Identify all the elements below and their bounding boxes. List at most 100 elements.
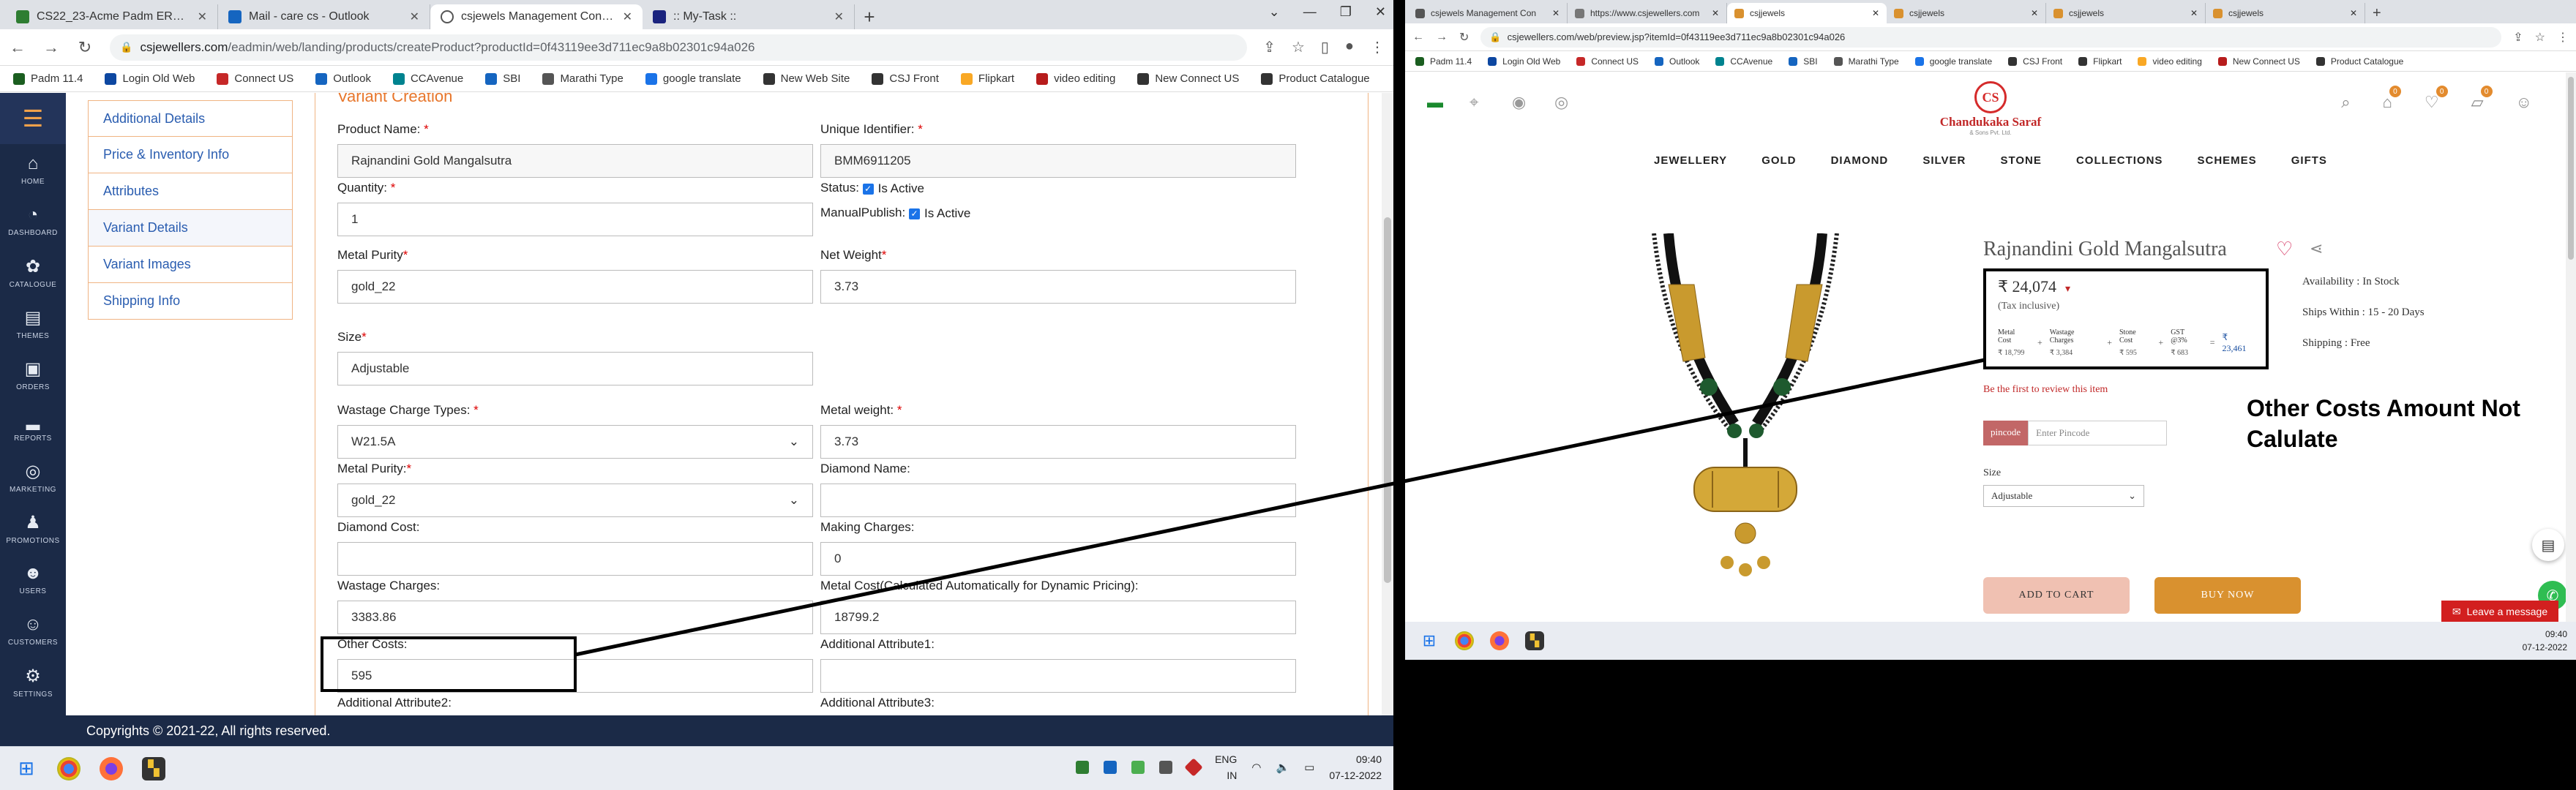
metal-purity-select[interactable]: gold_22 ⌄ <box>337 484 813 517</box>
share-icon[interactable]: ⇪ <box>1263 38 1276 56</box>
close-tab-icon[interactable]: ✕ <box>623 10 632 24</box>
menu-dots-icon[interactable]: ⋮ <box>2557 30 2569 45</box>
bookmark-item[interactable]: Outlook <box>315 72 371 85</box>
subtab-variant-images[interactable]: Variant Images <box>88 247 293 283</box>
close-tab-icon[interactable]: ✕ <box>198 10 207 24</box>
windows-start-icon[interactable]: ⊞ <box>15 757 38 780</box>
new-tab-button[interactable]: + <box>855 4 884 29</box>
sidebar-item-catalogue[interactable]: ✿ CATALOGUE <box>0 247 66 298</box>
forward-icon[interactable]: → <box>42 38 60 57</box>
url-bar[interactable]: 🔒 csjewellers.com/web/preview.jsp?itemId=… <box>1480 26 2502 48</box>
bookmark-item[interactable]: Flipkart <box>960 72 1014 85</box>
bookmark-item[interactable]: Flipkart <box>2078 56 2122 67</box>
cart-icon[interactable]: ▱ 0 <box>2471 86 2493 112</box>
product-image[interactable] <box>1625 233 1866 614</box>
browser-tab-outlook[interactable]: Mail - care cs - Outlook ✕ <box>218 4 430 29</box>
bookmark-item[interactable]: Connect US <box>1576 56 1639 67</box>
manual-publish-checkbox[interactable]: ✓ <box>908 208 920 219</box>
firefox-icon[interactable] <box>100 756 123 780</box>
location-icon[interactable]: ⌖ <box>1469 93 1478 112</box>
bookmark-item[interactable]: New Web Site <box>763 72 850 85</box>
menu-item-silver[interactable]: SILVER <box>1922 154 1966 167</box>
browser-tab[interactable]: csjjewels ✕ <box>1887 3 2046 23</box>
sidebar-item-settings[interactable]: ⚙ SETTINGS <box>0 656 66 707</box>
bookmark-item[interactable]: video editing <box>2138 56 2202 67</box>
info-icon[interactable]: ◉ <box>1512 93 1526 112</box>
menu-item-gold[interactable]: GOLD <box>1761 154 1796 167</box>
sidebar-item-customers[interactable]: ☺ CUSTOMERS <box>0 605 66 656</box>
bookmark-item[interactable]: Product Catalogue <box>1261 72 1370 85</box>
net-weight-input[interactable]: 3.73 <box>820 270 1296 304</box>
subtab-attributes[interactable]: Attributes <box>88 173 293 210</box>
status-checkbox[interactable]: ✓ <box>862 183 874 195</box>
bookmark-item[interactable]: SBI <box>1789 56 1818 67</box>
product-name-input[interactable]: Rajnandini Gold Mangalsutra <box>337 144 813 178</box>
metal-weight-input[interactable]: 3.73 <box>820 425 1296 459</box>
leave-message-button[interactable]: ✉ Leave a message <box>2441 601 2558 622</box>
scrollbar-thumb[interactable] <box>1384 217 1391 583</box>
bookmark-item[interactable]: CCAvenue <box>392 72 463 85</box>
restore-icon[interactable]: ❐ <box>1340 4 1352 20</box>
lock-icon[interactable]: 🔒 <box>120 41 132 53</box>
reload-icon[interactable]: ↻ <box>76 38 94 57</box>
close-tab-icon[interactable]: ✕ <box>2190 8 2198 18</box>
size-input[interactable]: Adjustable <box>337 352 813 385</box>
bookmark-item[interactable]: CSJ Front <box>872 72 939 85</box>
bookmark-item[interactable]: Login Old Web <box>1488 56 1560 67</box>
clock[interactable]: 09:40 07-12-2022 <box>1329 751 1382 783</box>
caret-down-icon[interactable]: ▾ <box>2065 284 2070 295</box>
metal-cost-input[interactable]: 18799.2 <box>820 601 1296 634</box>
page-scrollbar[interactable] <box>2566 72 2576 622</box>
menu-item-schemes[interactable]: SCHEMES <box>2198 154 2257 167</box>
app-icon[interactable]: ▚ <box>142 756 165 780</box>
chrome-icon[interactable] <box>57 756 80 780</box>
hamburger-icon[interactable]: ☰ <box>0 93 66 144</box>
buy-now-button[interactable]: BUY NOW <box>2154 577 2301 614</box>
menu-item-diamond[interactable]: DIAMOND <box>1831 154 1889 167</box>
browser-tab-console[interactable]: csjewels Management Console ✕ <box>430 4 643 29</box>
site-logo[interactable]: CS Chandukaka Saraf & Sons Pvt. Ltd. <box>1917 81 2064 136</box>
tray-app-icon[interactable] <box>1159 761 1173 774</box>
review-link[interactable]: Be the first to review this item <box>1983 384 2108 396</box>
menu-dots-icon[interactable]: ⋮ <box>1370 38 1385 56</box>
tray-app-icon[interactable] <box>1131 761 1145 774</box>
wishlist-icon[interactable]: ♡ 0 <box>2425 86 2448 112</box>
bookmark-item[interactable]: Outlook <box>1655 56 1699 67</box>
reload-icon[interactable]: ↻ <box>1459 30 1469 45</box>
heart-icon[interactable]: ♡ <box>2276 238 2293 260</box>
bookmark-item[interactable]: CCAvenue <box>1715 56 1772 67</box>
offer-icon[interactable]: ◎ <box>1554 93 1568 112</box>
clock[interactable]: 09:40 07-12-2022 <box>2523 628 2567 654</box>
bookmark-item[interactable]: Marathi Type <box>542 72 624 85</box>
bookmark-item[interactable]: Product Catalogue <box>2315 56 2403 67</box>
sidebar-item-promotions[interactable]: ♟ PROMOTIONS <box>0 503 66 554</box>
other-costs-input[interactable]: 595 <box>337 659 813 693</box>
account-icon[interactable]: ☺ <box>2516 93 2532 112</box>
close-tab-icon[interactable]: ✕ <box>834 10 844 24</box>
close-tab-icon[interactable]: ✕ <box>1712 8 1719 18</box>
tray-app-icon[interactable] <box>1104 761 1117 774</box>
bookmark-item[interactable]: Padm 11.4 <box>13 72 83 85</box>
browser-tab[interactable]: https://www.csjewellers.com ✕ <box>1568 3 1727 23</box>
back-icon[interactable]: ← <box>9 38 26 57</box>
tab-search-icon[interactable]: ⌄ <box>1269 4 1280 20</box>
minimize-icon[interactable]: — <box>1303 4 1317 20</box>
subtab-additional-details[interactable]: Additional Details <box>88 100 293 137</box>
sidebar-item-reports[interactable]: ▂ REPORTS <box>0 400 66 451</box>
bag-icon[interactable]: ⌂ 0 <box>2383 86 2401 112</box>
tray-app-icon[interactable] <box>1184 758 1203 777</box>
sidebar-item-users[interactable]: ☻ USERS <box>0 554 66 605</box>
star-icon[interactable]: ☆ <box>2535 30 2545 45</box>
close-tab-icon[interactable]: ✕ <box>1872 8 1879 18</box>
india-flag-icon[interactable]: ▬ <box>1427 93 1443 112</box>
browser-tab[interactable]: csjewels Management Con ✕ <box>1408 3 1568 23</box>
wifi-icon[interactable]: ◠ <box>1251 761 1261 774</box>
bookmark-item[interactable]: Padm 11.4 <box>1415 56 1472 67</box>
metal-purity-input[interactable]: gold_22 <box>337 270 813 304</box>
bookmark-item[interactable]: Login Old Web <box>105 72 195 85</box>
profile-icon[interactable]: ● <box>1345 38 1354 56</box>
close-tab-icon[interactable]: ✕ <box>2350 8 2357 18</box>
subtab-shipping-info[interactable]: Shipping Info <box>88 283 293 320</box>
menu-item-jewellery[interactable]: JEWELLERY <box>1654 154 1727 167</box>
sidebar-icon[interactable]: ▯ <box>1321 38 1329 56</box>
